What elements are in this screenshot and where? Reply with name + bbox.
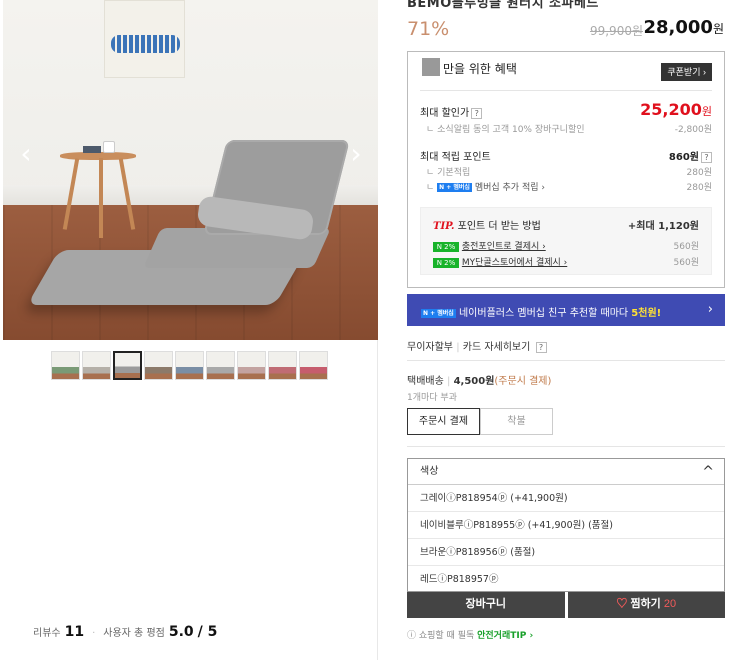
membership-banner[interactable]: N + 멤버십 네이버플러스 멤버십 친구 추천할 때마다 5천원! › <box>407 294 725 326</box>
separator-dot: · <box>92 628 96 639</box>
option-select-header[interactable]: 색상 ^ <box>408 459 724 485</box>
cup <box>103 141 115 153</box>
naver-membership-badge: N + 멤버십 <box>437 183 472 192</box>
price-row: 71% 99,900원 28,000원 <box>407 16 725 44</box>
option-item[interactable]: 네이비블루ⓘP818955ⓟ (+41,900원) (품절) <box>408 512 724 539</box>
rating-max: / 5 <box>197 624 218 640</box>
option-item[interactable]: 그레이ⓘP818954ⓟ (+41,900원) <box>408 485 724 512</box>
benefit-box: 만을 위한 혜택 쿠폰받기 › 최대 할인가? 25,200원 ㄴ 소식알림 동… <box>407 51 725 288</box>
tip-max: +최대 1,120원 <box>627 221 699 232</box>
installment-row: 무이자할부 | 카드 자세히보기 ? <box>407 338 547 353</box>
user-name-mask <box>422 57 440 76</box>
safe-trade-notice: ⓘ 쇼핑할 때 필독 안전거래TIP › <box>407 631 534 641</box>
thumbnail-image[interactable] <box>299 351 328 380</box>
max-discount-row: 최대 할인가? 25,200원 <box>420 100 712 119</box>
pay-on-delivery-tab[interactable]: 착불 <box>480 408 553 435</box>
rating-value: 5.0 <box>168 624 194 640</box>
tip-item[interactable]: N 2% MY단골스토어에서 결제시 › 560원 <box>433 255 699 268</box>
thumbnail-image[interactable] <box>82 351 111 380</box>
sale-price: 28,000원 <box>643 17 724 38</box>
thumbnail-image[interactable] <box>113 351 142 380</box>
safe-trade-link[interactable]: 안전거래TIP › <box>477 631 533 641</box>
thumbnail-image[interactable] <box>237 351 266 380</box>
thumbnail-strip <box>51 351 328 381</box>
product-main-image[interactable]: ‹ › <box>3 0 378 340</box>
chevron-up-icon: ^ <box>702 464 714 480</box>
tip-title: TIP. 포인트 더 받는 방법 <box>433 221 541 232</box>
color-option-dropdown[interactable]: 색상 ^ 그레이ⓘP818954ⓟ (+41,900원) 네이비블루ⓘP8189… <box>407 458 725 592</box>
next-image-arrow-icon[interactable]: › <box>347 140 365 168</box>
rating-label: 사용자 총 평점 <box>103 628 165 639</box>
benefit-heading: 만을 위한 혜택 <box>422 57 517 77</box>
chevron-right-icon: › <box>707 302 713 317</box>
heart-icon: ♡ <box>616 598 628 610</box>
product-gallery: ‹ › 리뷰수 11 · 사용자 총 평점 5.0 / 5 <box>0 0 378 660</box>
thumbnail-image[interactable] <box>144 351 173 380</box>
book <box>83 146 101 153</box>
thumbnail-image[interactable] <box>268 351 297 380</box>
discount-rate: 71% <box>407 18 450 40</box>
help-icon[interactable]: ? <box>535 342 547 353</box>
discount-sub-row: ㄴ 소식알림 동의 고객 10% 장바구니할인 -2,800원 <box>426 125 712 135</box>
coupon-button[interactable]: 쿠폰받기 › <box>661 63 712 81</box>
option-item[interactable]: 브라운ⓘP818956ⓟ (품절) <box>408 539 724 566</box>
naver-membership-badge: N + 멤버십 <box>421 308 456 318</box>
base-points-row: ㄴ 기본적립 280원 <box>426 168 712 178</box>
review-count[interactable]: 11 <box>65 624 84 640</box>
product-title: BEMO블루밍클 원터치 소파베드 <box>407 0 599 11</box>
thumbnail-image[interactable] <box>51 351 80 380</box>
max-discount-price: 25,200원 <box>640 100 712 119</box>
pay-on-order-tab[interactable]: 주문시 결제 <box>407 408 480 435</box>
help-icon[interactable]: ? <box>471 108 483 119</box>
side-table <box>60 152 136 160</box>
points-row: 최대 적립 포인트 860원? <box>420 148 712 163</box>
tip-box: TIP. 포인트 더 받는 방법 +최대 1,120원 N 2% 충전포인트로 … <box>420 207 712 275</box>
tip-item[interactable]: N 2% 충전포인트로 결제시 › 560원 <box>433 239 699 252</box>
thumbnail-image[interactable] <box>206 351 235 380</box>
shipping-per-item: 1개마다 부과 <box>407 393 457 403</box>
membership-points-row[interactable]: ㄴ N + 멤버십 멤버십 추가 적립 › 280원 <box>420 180 712 193</box>
wall-poster <box>104 0 185 78</box>
card-detail-link[interactable]: 카드 자세히보기 <box>463 342 531 353</box>
shipping-row: 택배배송 | 4,500원(주문시 결제) <box>407 376 552 387</box>
prev-image-arrow-icon[interactable]: ‹ <box>17 140 35 168</box>
option-item[interactable]: 레드ⓘP818957ⓟ <box>408 566 724 593</box>
thumbnail-image[interactable] <box>175 351 204 380</box>
review-count-label: 리뷰수 <box>33 628 61 639</box>
original-price: 99,900원 <box>589 24 643 38</box>
help-icon[interactable]: ? <box>701 152 712 163</box>
review-summary: 리뷰수 11 · 사용자 총 평점 5.0 / 5 <box>33 624 217 640</box>
payment-tabs: 주문시 결제 착불 <box>407 408 553 435</box>
